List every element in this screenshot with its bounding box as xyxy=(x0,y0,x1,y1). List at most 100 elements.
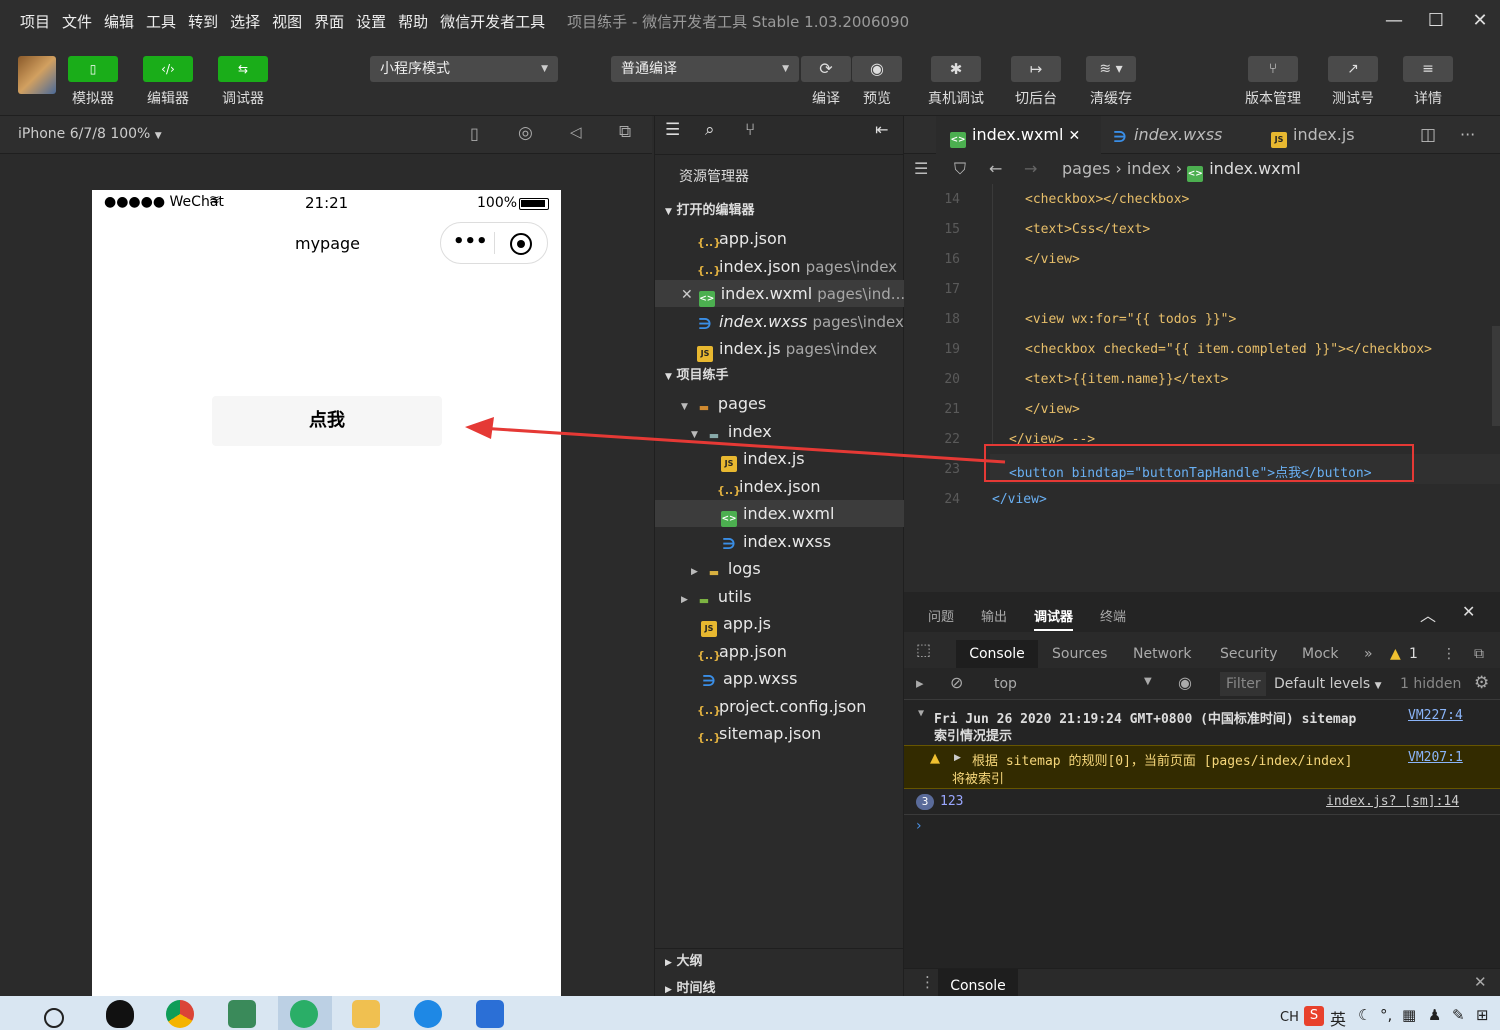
debugger-button[interactable]: ⇆ xyxy=(218,56,268,82)
switch-icon[interactable]: ↦ xyxy=(1011,56,1061,82)
user-icon[interactable]: ♟ xyxy=(1428,1006,1441,1024)
tree-folder-utils[interactable]: ▶ ▬ utils xyxy=(655,583,905,610)
volume-icon[interactable]: ◁ xyxy=(570,123,582,141)
tab-mock[interactable]: Mock xyxy=(1302,640,1338,668)
chevron-up-icon[interactable]: ︿ xyxy=(1420,602,1436,626)
keyboard-icon[interactable]: ▦ xyxy=(1402,1006,1416,1024)
code-line[interactable]: <text>Css</text> xyxy=(1025,222,1150,237)
open-editors-section[interactable]: ▼ 打开的编辑器 xyxy=(655,198,905,224)
maximize-icon[interactable]: ☐ xyxy=(1422,8,1450,34)
refresh-icon[interactable]: ⟳ xyxy=(801,56,851,82)
filter-input[interactable]: Filter xyxy=(1220,672,1266,696)
tab-security[interactable]: Security xyxy=(1220,640,1278,668)
scrollbar[interactable] xyxy=(1492,326,1500,426)
menu-item-interface[interactable]: 界面 xyxy=(314,11,344,32)
open-file-item[interactable]: JS index.js pages\index xyxy=(655,335,905,362)
tab-index-wxml[interactable]: <> index.wxml ✕ xyxy=(936,116,1101,154)
tab-problems[interactable]: 问题 xyxy=(928,606,954,625)
kebab-icon[interactable]: ⋮ xyxy=(1442,640,1456,668)
code-line[interactable]: <text>{{item.name}}</text> xyxy=(1025,372,1229,387)
menu-icon[interactable]: ≡ xyxy=(1403,56,1453,82)
menu-item-file[interactable]: 文件 xyxy=(62,11,92,32)
open-file-item[interactable]: ∋ index.wxss pages\index xyxy=(655,308,905,335)
branch-icon[interactable]: ⑂ xyxy=(1248,56,1298,82)
menu-item-select[interactable]: 选择 xyxy=(230,11,260,32)
close-panel-icon[interactable]: ✕ xyxy=(1462,602,1475,621)
wrench-icon[interactable]: ✎ xyxy=(1452,1006,1465,1024)
close-drawer-icon[interactable]: ✕ xyxy=(1474,973,1487,991)
more-icon[interactable]: ••• xyxy=(453,231,488,252)
phone-icon[interactable]: ▯ xyxy=(470,124,479,143)
menu-item-edit[interactable]: 编辑 xyxy=(104,11,134,32)
bug-icon[interactable]: ✱ xyxy=(931,56,981,82)
tree-file[interactable]: {..}sitemap.json xyxy=(655,720,905,747)
list-icon[interactable]: ☰ xyxy=(665,120,680,140)
tab-index-js[interactable]: JS index.js xyxy=(1271,116,1355,154)
breadcrumb-item[interactable]: index xyxy=(1127,159,1171,178)
close-icon[interactable]: ✕ xyxy=(681,287,693,303)
breadcrumb-item[interactable]: index.wxml xyxy=(1209,159,1300,178)
levels-select[interactable]: Default levels ▼ xyxy=(1274,676,1382,692)
tab-index-wxss[interactable]: ∋ index.wxss xyxy=(1112,116,1222,154)
open-file-item[interactable]: {..}app.json xyxy=(655,225,905,252)
compile-select[interactable]: 普通编译 ▼ xyxy=(611,56,799,82)
back-icon[interactable]: ← xyxy=(989,154,1002,184)
more-icon[interactable]: ··· xyxy=(1460,116,1475,154)
ime-mode[interactable]: 英 xyxy=(1330,1006,1346,1030)
capsule-menu[interactable]: ••• xyxy=(440,222,548,264)
dock-icon[interactable]: ⧉ xyxy=(1474,640,1484,668)
close-icon[interactable]: ✕ xyxy=(1069,128,1081,144)
close-icon[interactable]: ✕ xyxy=(1466,8,1494,34)
sogou-ime-icon[interactable]: S xyxy=(1304,1006,1324,1026)
forward-icon[interactable]: → xyxy=(1024,154,1037,184)
menu-item-goto[interactable]: 转到 xyxy=(188,11,218,32)
tab-debugger[interactable]: 调试器 xyxy=(1034,606,1074,631)
sidebar-toggle-icon[interactable]: ▸ xyxy=(916,674,924,692)
inspect-icon[interactable]: ⬚ xyxy=(916,640,931,659)
code-line[interactable]: <checkbox></checkbox> xyxy=(1025,192,1189,207)
split-editor-icon[interactable]: ◫ xyxy=(1420,116,1436,154)
tab-output[interactable]: 输出 xyxy=(981,606,1007,625)
qq-icon[interactable] xyxy=(106,1000,134,1028)
code-line[interactable]: <checkbox checked="{{ item.completed }}"… xyxy=(1025,342,1432,357)
drawer-tab-console[interactable]: Console xyxy=(938,969,1018,997)
menu-item-project[interactable]: 项目 xyxy=(20,11,50,32)
simulator-button[interactable]: ▯ xyxy=(68,56,118,82)
editor-button[interactable]: ‹/› xyxy=(143,56,193,82)
context-select[interactable]: top xyxy=(994,676,1017,692)
more-tabs-icon[interactable]: » xyxy=(1364,640,1373,668)
collapse-icon[interactable]: ⇤ xyxy=(875,120,888,139)
wps-icon[interactable] xyxy=(476,1000,504,1028)
code-line[interactable]: </view> xyxy=(1025,252,1080,267)
tap-button[interactable]: 点我 xyxy=(212,396,442,446)
mode-select[interactable]: 小程序模式 ▼ xyxy=(370,56,558,82)
tree-file[interactable]: ∋ app.wxss xyxy=(655,665,905,692)
tab-sources[interactable]: Sources xyxy=(1052,640,1107,668)
device-select[interactable]: iPhone 6/7/8 100% ▼ xyxy=(18,126,162,142)
tree-file[interactable]: ∋ index.wxss xyxy=(655,528,905,555)
tree-file[interactable]: {..}app.json xyxy=(655,638,905,665)
breadcrumb-item[interactable]: pages xyxy=(1062,159,1110,178)
menu-item-view[interactable]: 视图 xyxy=(272,11,302,32)
punctuation-icon[interactable]: °, xyxy=(1380,1006,1392,1024)
minimize-icon[interactable]: — xyxy=(1380,8,1408,34)
gear-icon[interactable]: ⚙ xyxy=(1474,673,1489,693)
log-source-link[interactable]: VM227:4 xyxy=(1408,708,1463,723)
search-circle-icon[interactable] xyxy=(44,1008,64,1028)
search-icon[interactable]: ⌕ xyxy=(705,120,715,140)
tree-file[interactable]: {..}project.config.json xyxy=(655,693,905,720)
code-line[interactable]: <view wx:for="{{ todos }}"> xyxy=(1025,312,1236,327)
warning-log-entry[interactable]: ▲ ▶ 根据 sitemap 的规则[0]，当前页面 [pages/index/… xyxy=(904,745,1500,789)
popout-icon[interactable]: ⧉ xyxy=(619,122,631,142)
code-line[interactable]: </view> xyxy=(992,492,1047,507)
kebab-icon[interactable]: ⋮ xyxy=(920,973,935,991)
close-capsule-icon[interactable] xyxy=(510,233,532,255)
external-link-icon[interactable]: ↗ xyxy=(1328,56,1378,82)
chrome-icon[interactable] xyxy=(166,1000,194,1028)
menu-item-settings[interactable]: 设置 xyxy=(356,11,386,32)
branch-icon[interactable]: ⑂ xyxy=(745,120,755,140)
prompt-icon[interactable]: › xyxy=(916,818,922,834)
list-icon[interactable]: ☰ xyxy=(914,154,928,184)
tree-file[interactable]: <> index.wxml xyxy=(655,500,905,527)
project-section[interactable]: ▼ 项目练手 xyxy=(655,363,905,389)
